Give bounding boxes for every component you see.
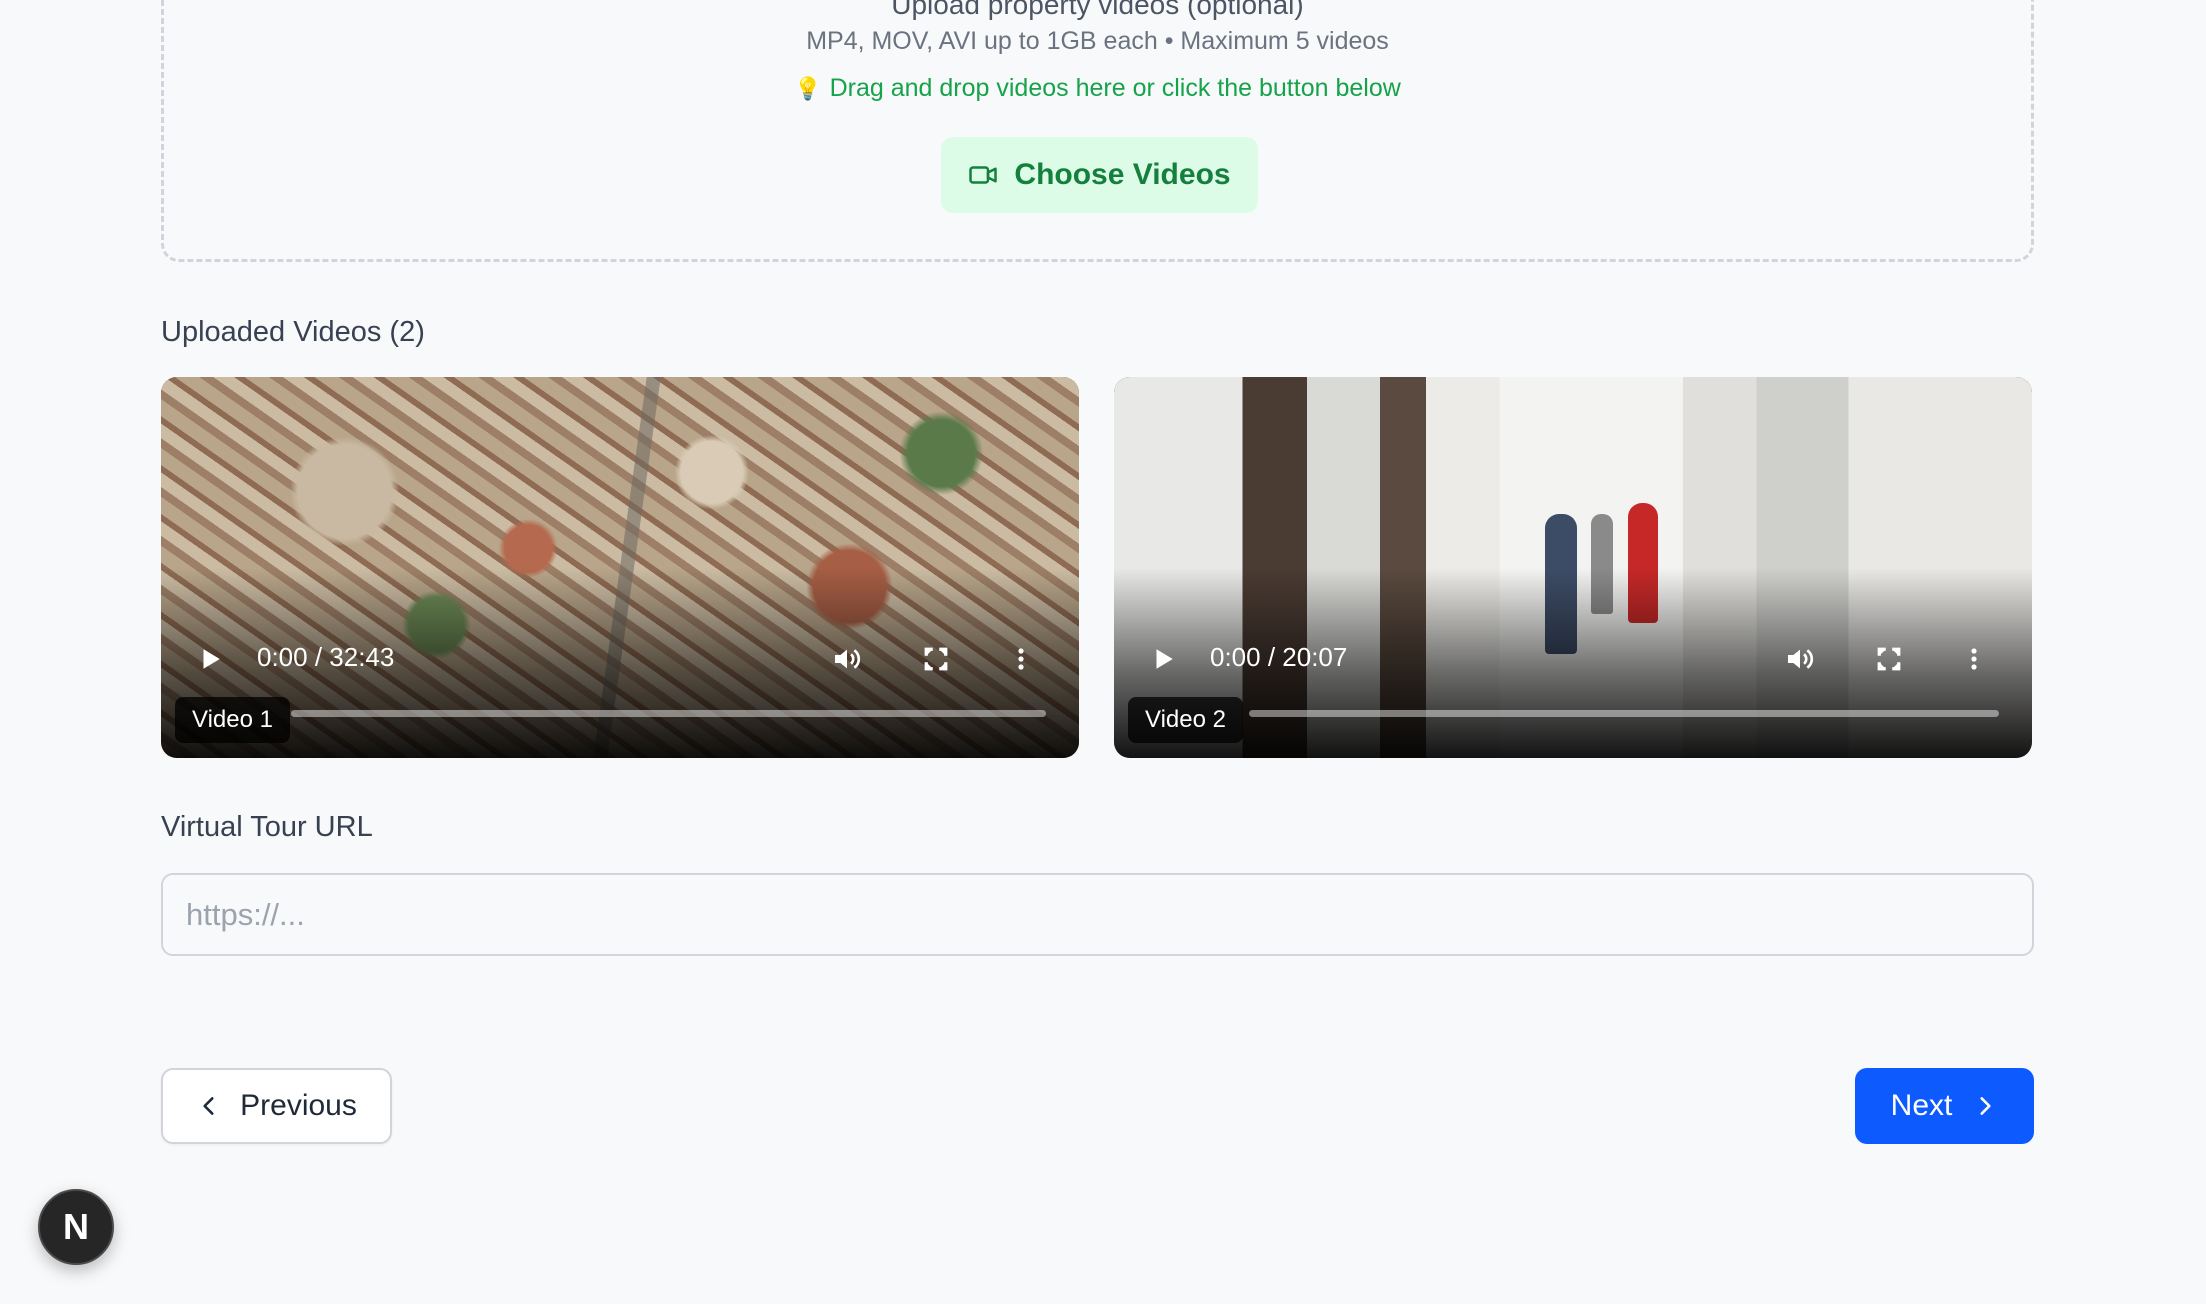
video-player-2[interactable]: 0:00 / 20:07 Video 2: [1114, 377, 2032, 758]
play-icon[interactable]: [1148, 644, 1178, 674]
dropzone-title: Upload property videos (optional): [891, 0, 1304, 20]
nextjs-dev-badge[interactable]: N: [38, 1189, 114, 1265]
video-camera-icon: [969, 166, 998, 184]
volume-icon[interactable]: [829, 641, 865, 677]
virtual-tour-label: Virtual Tour URL: [161, 811, 373, 843]
next-label: Next: [1890, 1089, 1953, 1122]
video-progress-bar[interactable]: [1249, 710, 1999, 717]
video-time: 0:00 / 20:07: [1210, 642, 1348, 672]
chevron-right-icon: [1980, 1097, 1991, 1115]
play-icon[interactable]: [195, 644, 225, 674]
more-options-icon[interactable]: [1014, 643, 1028, 675]
virtual-tour-url-input[interactable]: [161, 873, 2034, 956]
fullscreen-icon[interactable]: [1874, 644, 1904, 674]
previous-button[interactable]: Previous: [161, 1068, 392, 1144]
nextjs-logo-icon: N: [63, 1206, 89, 1247]
lightbulb-icon: 💡: [794, 76, 822, 101]
volume-icon[interactable]: [1782, 641, 1818, 677]
chevron-left-icon: [203, 1097, 214, 1115]
video-label: Video 2: [1128, 697, 1243, 743]
dropzone-formats: MP4, MOV, AVI up to 1GB each • Maximum 5…: [806, 27, 1389, 55]
video-player-1[interactable]: 0:00 / 32:43 Video 1: [161, 377, 1079, 758]
next-button[interactable]: Next: [1855, 1068, 2034, 1144]
video-label: Video 1: [175, 697, 290, 743]
video-progress-bar[interactable]: [291, 710, 1046, 717]
choose-videos-button[interactable]: Choose Videos: [941, 137, 1258, 213]
more-options-icon[interactable]: [1967, 643, 1981, 675]
video-time: 0:00 / 32:43: [257, 642, 395, 672]
choose-videos-label: Choose Videos: [1014, 158, 1231, 191]
video-dropzone[interactable]: Upload property videos (optional) MP4, M…: [161, 0, 2034, 262]
previous-label: Previous: [240, 1089, 357, 1122]
uploaded-videos-heading: Uploaded Videos (2): [161, 316, 425, 348]
fullscreen-icon[interactable]: [921, 644, 951, 674]
dropzone-hint: 💡 Drag and drop videos here or click the …: [164, 74, 2031, 103]
video-controls: 0:00 / 32:43: [161, 639, 1079, 679]
dropzone-hint-text: Drag and drop videos here or click the b…: [829, 74, 1401, 102]
video-controls: 0:00 / 20:07: [1114, 639, 2032, 679]
